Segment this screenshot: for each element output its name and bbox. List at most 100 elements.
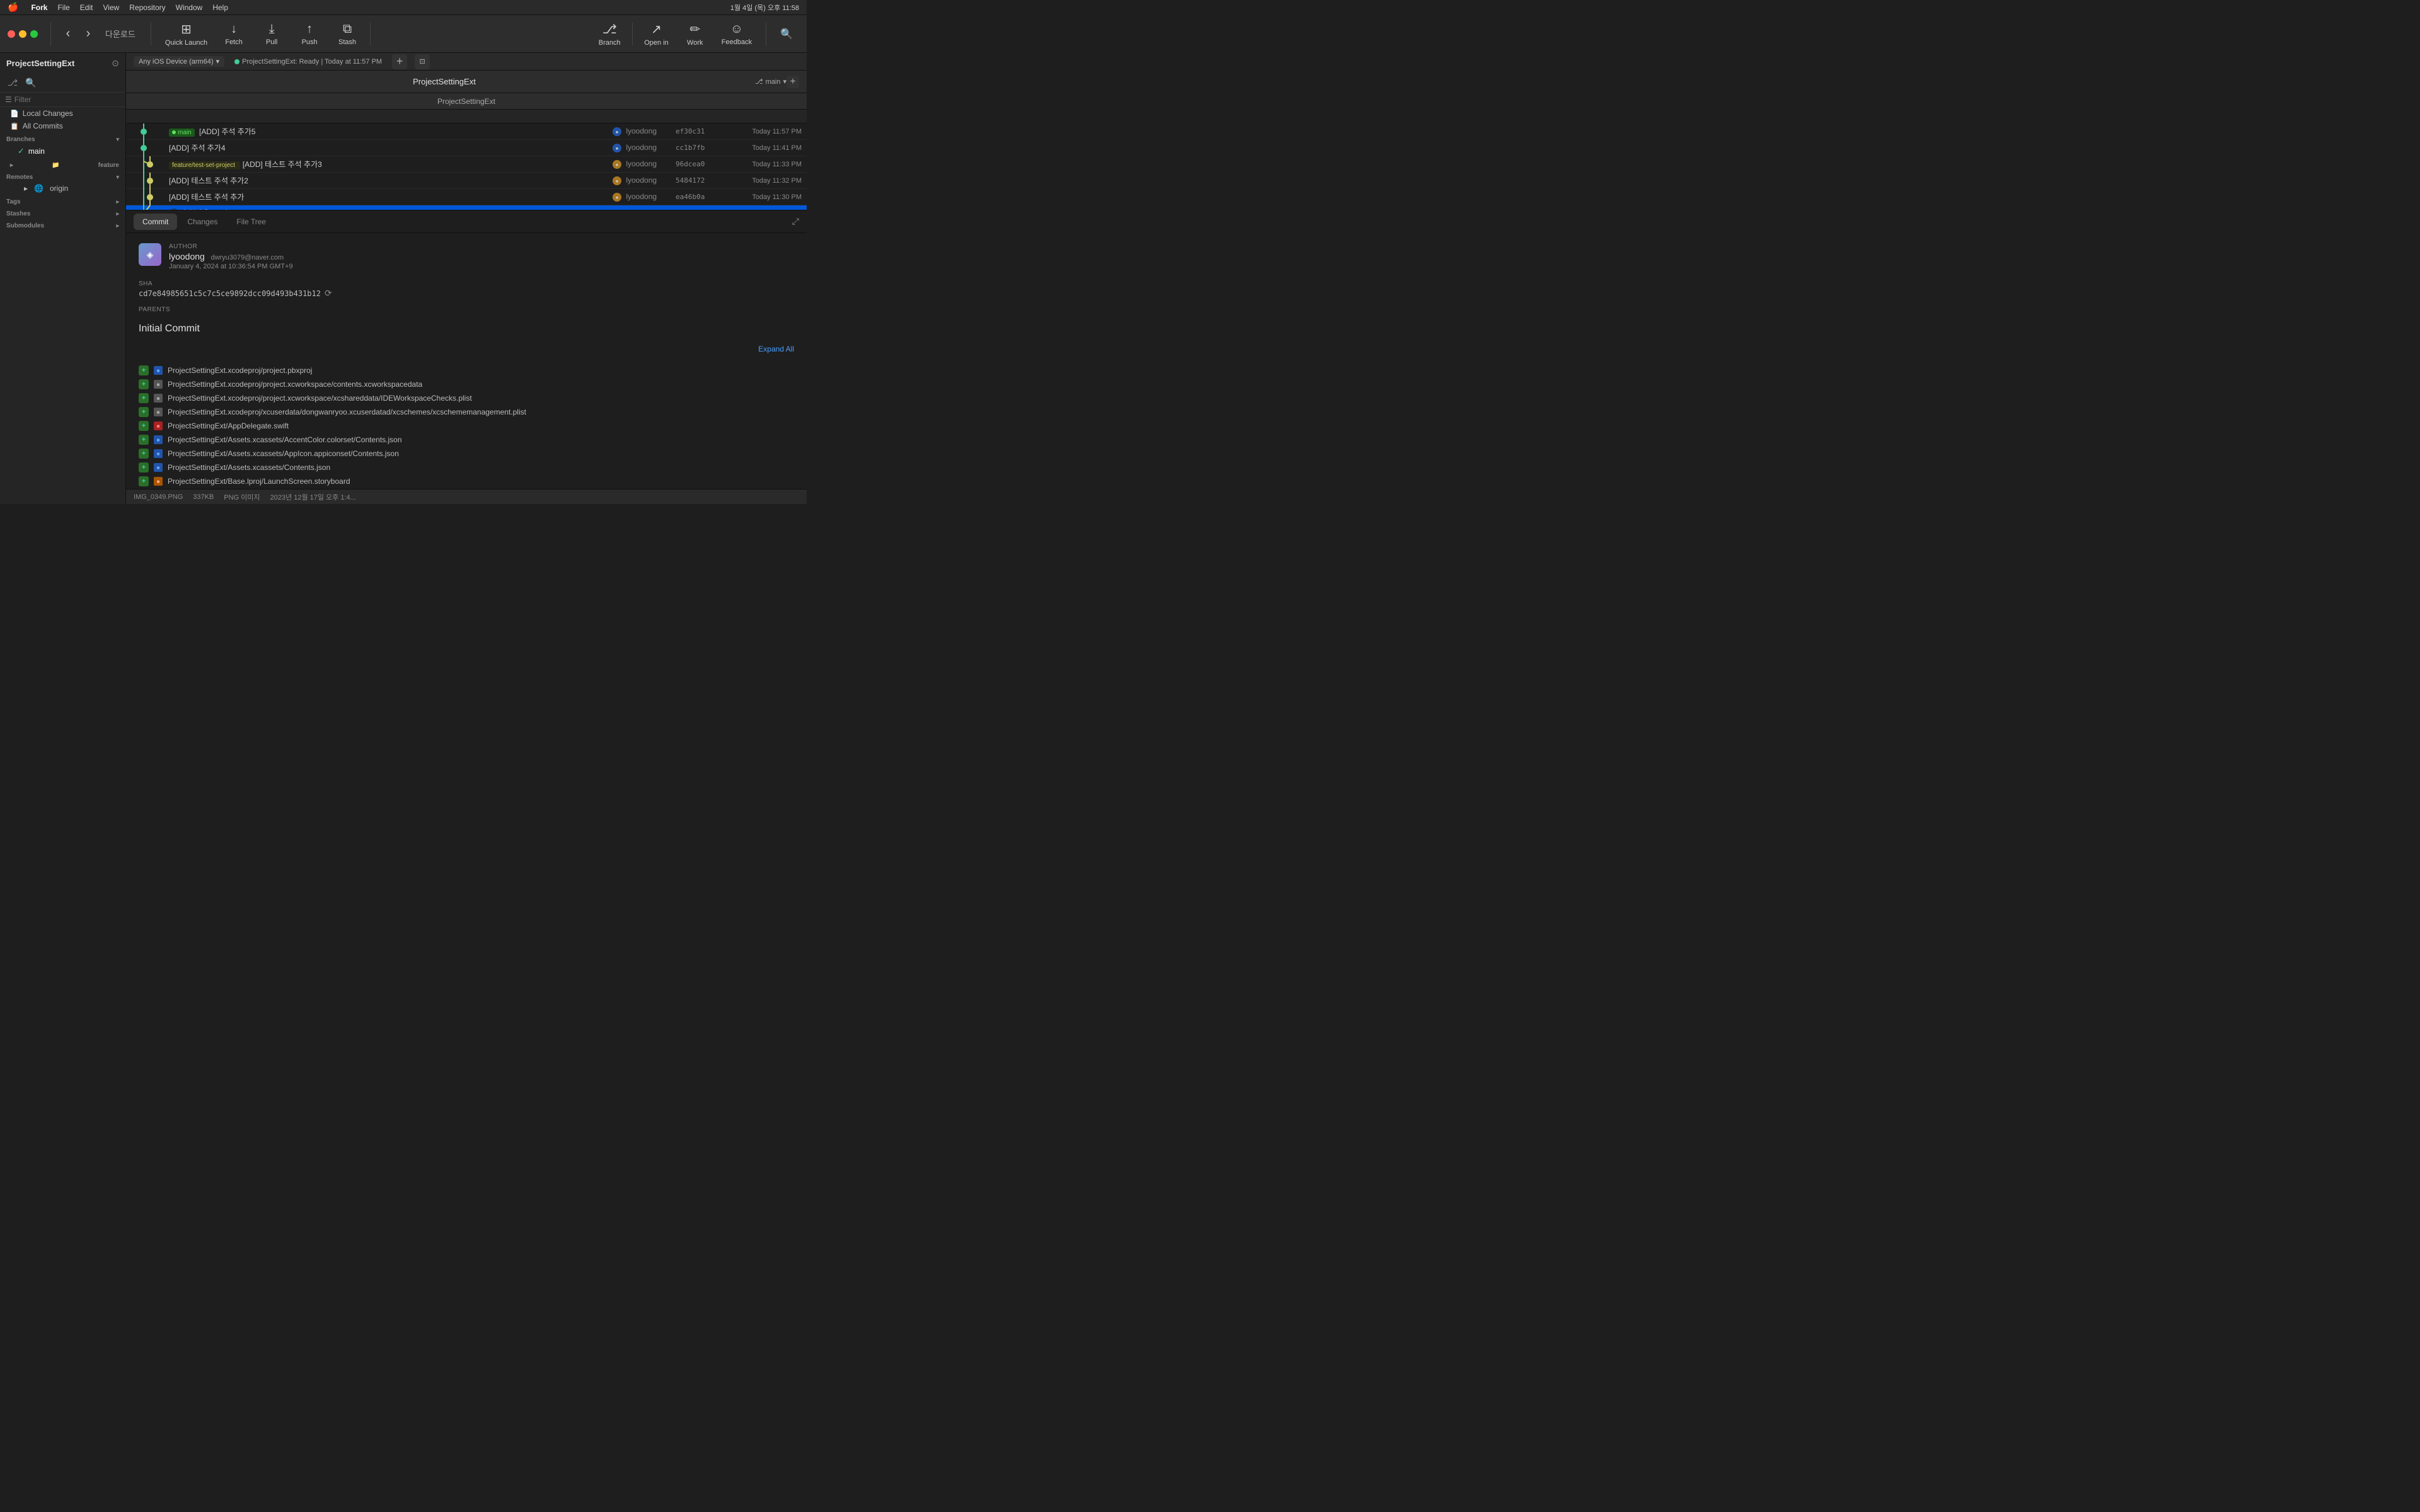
file-list-header: Expand All — [139, 345, 794, 358]
nav-back-button[interactable]: ‹ — [59, 24, 78, 43]
work-button[interactable]: ✏ Work — [677, 19, 713, 49]
tags-label: Tags — [6, 198, 21, 205]
fetch-label: Fetch — [225, 38, 243, 46]
commit-row[interactable]: [ADD] 테스트 주석 추가2 ● lyoodong 5484172 Toda… — [126, 173, 807, 189]
file-type-icon: ■ — [154, 435, 163, 444]
commit-graph-c5 — [131, 189, 169, 205]
sidebar-section-submodules[interactable]: Submodules ▸ — [0, 219, 125, 231]
status-text: ProjectSettingExt: Ready | Today at 11:5… — [242, 58, 382, 66]
sidebar-remote-origin[interactable]: ▸ 🌐 origin — [0, 182, 125, 195]
commit-row[interactable]: [ADD] 테스트 주석 추가 ● lyoodong ea46b0a Today… — [126, 189, 807, 205]
expand-all-button[interactable]: Expand All — [758, 345, 794, 353]
stash-button[interactable]: ⧉ Stash — [330, 20, 365, 49]
sidebar-branch-main[interactable]: ✓ main — [0, 144, 125, 158]
file-item[interactable]: + ■ ProjectSettingExt.xcodeproj/project.… — [139, 377, 794, 391]
branch-button[interactable]: ⎇ Branch — [592, 19, 627, 49]
file-item[interactable]: + ■ ProjectSettingExt/Base.lproj/LaunchS… — [139, 474, 794, 488]
device-label: Any iOS Device (arm64) — [139, 58, 214, 66]
file-item[interactable]: + ■ ProjectSettingExt.xcodeproj/project.… — [139, 364, 794, 377]
repo-branch-selector[interactable]: ⎇ main ▾ — [755, 77, 786, 86]
menu-edit[interactable]: Edit — [80, 3, 93, 12]
branches-label: Branches — [6, 136, 35, 143]
menu-file[interactable]: File — [57, 3, 69, 12]
traffic-light-minimize[interactable] — [19, 30, 26, 38]
add-tab-button[interactable]: + — [392, 54, 407, 69]
graph-svg-c2 — [131, 140, 169, 156]
feedback-button[interactable]: ☺ Feedback — [715, 20, 758, 49]
commit-author-c5: ● lyoodong — [613, 192, 676, 202]
commit-hash-c3: 96dcea0 — [676, 160, 720, 168]
author-icon-c4: ● — [613, 176, 621, 185]
menu-window[interactable]: Window — [176, 3, 203, 12]
traffic-light-close[interactable] — [8, 30, 15, 38]
file-item[interactable]: + ■ ProjectSettingExt.xcodeproj/xcuserda… — [139, 405, 794, 419]
commit-row[interactable]: [ADD] 주석 추가4 ● lyoodong cc1b7fb Today 11… — [126, 140, 807, 156]
tab-file-tree[interactable]: File Tree — [228, 214, 275, 230]
remote-icon: ▸ — [24, 184, 28, 193]
commit-row[interactable]: main [ADD] 주석 추가5 ● lyoodong ef30c31 Tod… — [126, 123, 807, 140]
commit-graph-c6 — [131, 205, 169, 211]
sidebar-item-local-changes[interactable]: 📄 Local Changes — [0, 107, 125, 120]
filter-input[interactable] — [14, 95, 120, 104]
submodules-label: Submodules — [6, 222, 44, 229]
main-branch-tag: main — [169, 129, 195, 137]
tab-changes[interactable]: Changes — [178, 214, 226, 230]
file-item[interactable]: + ■ ProjectSettingExt.xcodeproj/project.… — [139, 391, 794, 405]
sha-value-row: cd7e84985651c5c7c5ce9892dcc09d493b431b12… — [139, 289, 794, 299]
search-button[interactable]: 🔍 — [774, 25, 799, 43]
menu-repository[interactable]: Repository — [129, 3, 165, 12]
app-menu-fork[interactable]: Fork — [31, 3, 47, 12]
quick-launch-label: Quick Launch — [165, 39, 207, 47]
file-item[interactable]: + ■ ProjectSettingExt/AppDelegate.swift — [139, 419, 794, 433]
tab-commit[interactable]: Commit — [134, 214, 177, 230]
file-type-icon: ■ — [154, 408, 163, 416]
open-in-icon: ↗ — [651, 21, 662, 37]
work-icon: ✏ — [689, 21, 700, 37]
layout-toggle-button[interactable]: ⊡ — [415, 54, 430, 69]
status-filename: IMG_0349.PNG — [134, 493, 183, 501]
commit-graph-c2 — [131, 140, 169, 156]
file-name: ProjectSettingExt.xcodeproj/project.xcwo… — [168, 394, 472, 403]
file-item[interactable]: + ■ ProjectSettingExt/Assets.xcassets/Ac… — [139, 433, 794, 447]
sidebar-section-stashes[interactable]: Stashes ▸ — [0, 207, 125, 219]
commit-row[interactable]: feature/test-set-project [ADD] 테스트 주석 추가… — [126, 156, 807, 173]
open-in-button[interactable]: ↗ Open in — [638, 19, 675, 49]
copy-sha-button[interactable]: ⟳ — [325, 289, 332, 299]
sidebar-section-branches[interactable]: Branches ▾ — [0, 132, 125, 144]
sidebar-section-feature[interactable]: ▸ 📁 feature — [0, 158, 125, 170]
status-bar: IMG_0349.PNG 337KB PNG 이미지 2023년 12월 17일… — [126, 489, 807, 504]
external-link-button[interactable]: ⤢ — [792, 216, 799, 227]
file-added-icon: + — [139, 462, 149, 472]
file-item[interactable]: + ■ ProjectSettingExt/Assets.xcassets/Ap… — [139, 447, 794, 461]
new-tab-button[interactable]: + — [786, 76, 799, 88]
file-item[interactable]: + ■ ProjectSettingExt/Assets.xcassets/Co… — [139, 461, 794, 474]
device-bar: Any iOS Device (arm64) ▾ ProjectSettingE… — [126, 53, 807, 71]
sidebar-item-all-commits[interactable]: 📋 All Commits — [0, 120, 125, 132]
file-name: ProjectSettingExt.xcodeproj/xcuserdata/d… — [168, 408, 526, 416]
nav-forward-button[interactable]: › — [79, 24, 98, 43]
commit-date-c1: Today 11:57 PM — [720, 128, 802, 135]
traffic-light-fullscreen[interactable] — [30, 30, 38, 38]
pull-button[interactable]: ⤓ Pull — [254, 20, 289, 49]
menu-help[interactable]: Help — [212, 3, 228, 12]
commit-row-initial[interactable]: ● Initial Commit lyoodong cd7e849 Today … — [126, 205, 807, 210]
apple-menu[interactable]: 🍎 — [8, 2, 18, 13]
sidebar-search-button[interactable]: 🔍 — [23, 76, 38, 89]
sidebar-section-remotes[interactable]: Remotes ▾ — [0, 170, 125, 182]
file-added-icon: + — [139, 449, 149, 459]
tags-chevron: ▸ — [116, 198, 119, 205]
device-selector[interactable]: Any iOS Device (arm64) ▾ — [134, 56, 224, 67]
origin-label: origin — [50, 184, 68, 193]
author-name-row: lyoodong dwryu3079@naver.com — [169, 251, 794, 261]
sidebar-section-tags[interactable]: Tags ▸ — [0, 195, 125, 207]
quick-launch-button[interactable]: ⊞ Quick Launch — [159, 19, 214, 49]
project-settings-button[interactable]: ⊙ — [112, 58, 119, 69]
push-button[interactable]: ↑ Push — [292, 20, 327, 49]
sidebar-branch-icon[interactable]: ⎇ — [5, 76, 20, 89]
main-tag-dot — [172, 130, 176, 134]
graph-svg-c4 — [131, 173, 169, 189]
fetch-button[interactable]: ↓ Fetch — [216, 20, 251, 49]
remotes-label: Remotes — [6, 174, 33, 181]
menu-view[interactable]: View — [103, 3, 119, 12]
quick-launch-icon: ⊞ — [181, 21, 192, 37]
